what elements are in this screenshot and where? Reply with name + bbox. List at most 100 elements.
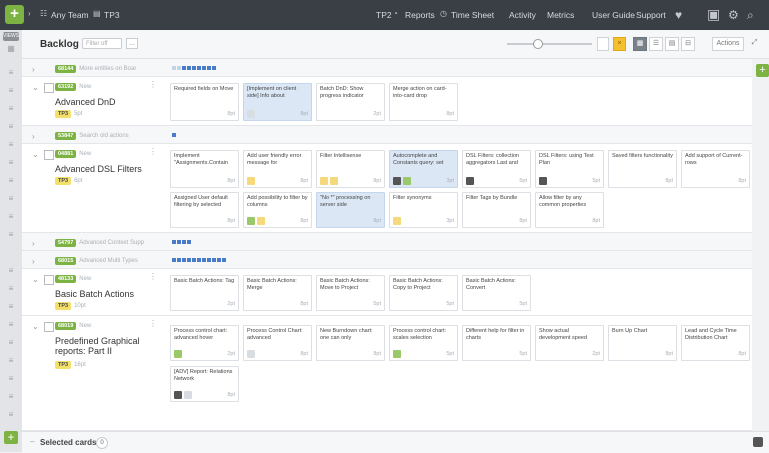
timeline-view-icon[interactable]: ⊟ (681, 37, 695, 51)
card[interactable]: Filter Intellisense 8pt (316, 150, 385, 188)
rail-icon-8[interactable]: ≡ (6, 194, 16, 203)
collapse-lane-icon[interactable]: ⌄ (32, 150, 39, 159)
lane-checkbox[interactable] (44, 275, 54, 285)
feature-name[interactable]: Predefined Graphical reports: Part II (55, 336, 155, 356)
feature-name[interactable]: Advanced DnD (55, 97, 116, 107)
rail-icon-15[interactable]: ≡ (6, 338, 16, 347)
lane-more-icon[interactable]: ⋮ (149, 147, 157, 156)
card[interactable]: Filter synonyms 3pt (389, 192, 458, 228)
card[interactable]: Basic Batch Actions: Tag 2pt (170, 275, 239, 311)
card[interactable]: Add support of Current-rows 8pt (681, 150, 750, 188)
lane-checkbox[interactable] (44, 150, 54, 160)
feature-id-badge[interactable]: 68019 (55, 322, 77, 330)
expand-lane-icon[interactable]: › (32, 239, 35, 248)
rail-icon-14[interactable]: ≡ (6, 320, 16, 329)
lane-checkbox[interactable] (44, 83, 54, 93)
feature-id-badge[interactable]: 48133 (55, 275, 77, 283)
card[interactable]: Basic Batch Actions: Merge 8pt (243, 275, 312, 311)
rail-icon-19[interactable]: ≡ (6, 410, 16, 419)
rail-icon-1[interactable]: ≡ (6, 68, 16, 77)
nav-tp2[interactable]: TP2 (376, 10, 392, 20)
project-selector[interactable]: TP3 (104, 10, 120, 20)
zoom-slider[interactable] (507, 39, 592, 49)
rail-icon-18[interactable]: ≡ (6, 392, 16, 401)
grid-view-icon[interactable]: ▦ (633, 37, 647, 51)
rail-icon-11[interactable]: ≡ (6, 266, 16, 275)
card[interactable]: Filter Tags by Bundle 8pt (462, 192, 531, 228)
feature-name[interactable]: Advanced DSL Filters (55, 164, 142, 174)
add-entity-button[interactable]: + (5, 5, 24, 24)
expand-lane-icon[interactable]: › (32, 65, 35, 74)
list-view-icon[interactable]: ☰ (649, 37, 663, 51)
card[interactable]: Lead and Cycle Time Distribution Chart 8p… (681, 325, 750, 361)
heart-icon[interactable]: ♥ (675, 8, 682, 22)
card[interactable]: "No *" processing on server side 8pt (316, 192, 385, 228)
lane-more-icon[interactable]: ⋮ (149, 80, 157, 89)
rail-icon-17[interactable]: ≡ (6, 374, 16, 383)
card[interactable]: Batch DnD: Show progress indicator 2pt (316, 83, 385, 121)
feature-id-badge[interactable]: 53847 (55, 132, 77, 140)
search-icon[interactable]: ⌕ (747, 8, 754, 23)
add-column-button[interactable]: + (756, 64, 769, 77)
rail-icon-7[interactable]: ≡ (6, 176, 16, 185)
card[interactable]: Process control chart: scales selection 5… (389, 325, 458, 361)
collapse-icon[interactable]: – (30, 437, 34, 446)
card[interactable]: Saved filters functionality 8pt (608, 150, 677, 188)
card[interactable]: Basic Batch Actions: Convert 5pt (462, 275, 531, 311)
feature-id-badge[interactable]: 54797 (55, 239, 77, 247)
lane-collapsed[interactable]: › 68144 More entities on Boar (22, 59, 752, 77)
detail-view-icon[interactable]: ▤ (665, 37, 679, 51)
nav-user-guide[interactable]: User Guide (592, 10, 635, 20)
user-avatar-icon[interactable]: ▣ (707, 6, 720, 23)
card[interactable]: Required fields on Move 8pt (170, 83, 239, 121)
card[interactable]: New Burndown chart: one can only 8pt (316, 325, 385, 361)
card[interactable]: Process Control Chart: advanced 8pt (243, 325, 312, 361)
feature-id-badge[interactable]: 68144 (55, 65, 77, 73)
rail-icon-2[interactable]: ≡ (6, 86, 16, 95)
card[interactable]: Different help for filter in charts 5pt (462, 325, 531, 361)
card[interactable]: Add user friendly error message for 8pt (243, 150, 312, 188)
card[interactable]: DSL Filters: collection aggregators Last… (462, 150, 531, 188)
rail-icon-3[interactable]: ≡ (6, 104, 16, 113)
selected-cards-label[interactable]: Selected cards (40, 438, 96, 447)
nav-reports[interactable]: Reports (405, 10, 435, 20)
rail-icon-5[interactable]: ≡ (6, 140, 16, 149)
board-view-icon[interactable]: ▦ (6, 44, 16, 53)
lane-checkbox[interactable] (44, 322, 54, 332)
nav-time-sheet[interactable]: Time Sheet (451, 10, 494, 20)
rail-icon-6[interactable]: ≡ (6, 158, 16, 167)
rail-add-button[interactable]: + (4, 431, 18, 444)
expand-lane-icon[interactable]: › (32, 257, 35, 266)
expand-icon[interactable]: ⤢ (748, 37, 761, 51)
feature-id-badge[interactable]: 04881 (55, 150, 77, 158)
settings-icon[interactable]: ⚙ (728, 8, 739, 22)
rail-icon-9[interactable]: ≡ (6, 212, 16, 221)
rail-icon-13[interactable]: ≡ (6, 302, 16, 311)
lane-collapsed[interactable]: › 54797 Advanced Context Supp (22, 233, 752, 251)
views-label[interactable]: VIEWS (3, 32, 19, 41)
card[interactable]: Process control chart: advanced hover 2pt (170, 325, 239, 361)
zoom-slider-knob[interactable] (533, 39, 543, 49)
collapse-lane-icon[interactable]: ⌄ (32, 83, 39, 92)
card[interactable]: Show actual development speed 2pt (535, 325, 604, 361)
lane-collapsed[interactable]: › 53847 Search old actions (22, 126, 752, 144)
lane-collapsed[interactable]: › 68015 Advanced Multi Types (22, 251, 752, 269)
card[interactable]: DSL Filters: using Test Plan 5pt (535, 150, 604, 188)
nav-metrics[interactable]: Metrics (547, 10, 574, 20)
card[interactable]: [ADV] Report: Relations Network 8pt (170, 366, 239, 402)
card[interactable]: Merge action on card-into-card drop 8pt (389, 83, 458, 121)
rail-icon-12[interactable]: ≡ (6, 284, 16, 293)
more-options-button[interactable]: ... (126, 38, 138, 49)
lane-more-icon[interactable]: ⋮ (149, 272, 157, 281)
toolbar-blank-button[interactable] (597, 37, 609, 51)
collapse-lane-icon[interactable]: ⌄ (32, 322, 39, 331)
feature-name[interactable]: Basic Batch Actions (55, 289, 134, 299)
lane-more-icon[interactable]: ⋮ (149, 319, 157, 328)
card[interactable]: Allow filter by any common properties 8pt (535, 192, 604, 228)
card[interactable]: Assigned User default filtering by selec… (170, 192, 239, 228)
expand-lane-icon[interactable]: › (32, 132, 35, 141)
rail-icon-16[interactable]: ≡ (6, 356, 16, 365)
card[interactable]: Implement "Assignments.Contain 8pt (170, 150, 239, 188)
feature-id-badge[interactable]: 63192 (55, 83, 77, 91)
card[interactable]: Autocomplete and Constants query: set 3pt (389, 150, 458, 188)
